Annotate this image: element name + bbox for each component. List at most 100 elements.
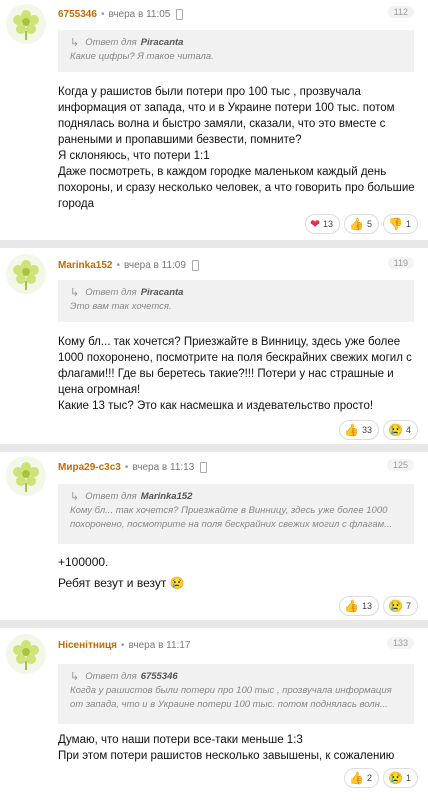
flower-avatar-icon xyxy=(13,462,39,492)
username[interactable]: 6755346 xyxy=(58,9,97,20)
reaction-count: 7 xyxy=(405,601,411,611)
thumbs-down-icon: 👎 xyxy=(388,217,403,231)
avatar[interactable] xyxy=(6,254,46,294)
quote-recipient[interactable]: Piracanta xyxy=(141,286,184,300)
heart-icon: ❤ xyxy=(309,217,321,231)
username[interactable]: Marinka152 xyxy=(58,260,112,271)
comment-paragraph: Ребят везут и везут 😢 xyxy=(58,576,185,590)
reply-arrow-icon: ↳ xyxy=(70,287,80,299)
separator-dot: • xyxy=(124,461,129,473)
comment-number: 133 xyxy=(386,637,414,649)
quote-prefix: Ответ для xyxy=(85,37,137,48)
comment-text: Когда у рашистов были потери про 100 тыс… xyxy=(58,84,420,212)
reactions-bar: 👍 33 😢 4 xyxy=(339,420,418,440)
thumbs-up-icon: 👍 xyxy=(349,771,365,785)
quote-block[interactable]: ↳ Ответ для 6755346 Когда у рашистов были … xyxy=(58,664,414,724)
mobile-device-icon xyxy=(191,259,199,271)
quote-block[interactable]: ↳ Ответ для Marinka152 Кому бл... так хоче… xyxy=(58,484,414,544)
reaction-count: 13 xyxy=(323,219,334,229)
reaction-count: 1 xyxy=(405,219,411,229)
comment-number: 112 xyxy=(387,6,414,18)
quote-prefix: Ответ для xyxy=(85,671,137,682)
reaction-like-button[interactable]: 👍 33 xyxy=(339,420,380,440)
reactions-bar: ❤ 13 👍 5 👎 1 xyxy=(304,214,418,234)
quote-prefix: Ответ для xyxy=(85,491,137,502)
avatar[interactable] xyxy=(6,4,46,44)
reply-arrow-icon: ↳ xyxy=(70,37,80,49)
username[interactable]: Мира29-с3с3 xyxy=(58,462,121,473)
quote-text: Это вам так хочется. xyxy=(70,301,172,312)
reaction-heart-button[interactable]: ❤ 13 xyxy=(304,214,341,234)
timestamp: вчера в 11:13 xyxy=(132,461,195,473)
comment-divider xyxy=(0,240,428,248)
separator-dot: • xyxy=(100,8,105,20)
quote-block[interactable]: ↳ Ответ для Piracanta Какие цифры? Я такое… xyxy=(58,30,414,72)
comment-number: 125 xyxy=(386,459,414,471)
separator-dot: • xyxy=(121,639,125,651)
comment-text: Думаю, что наши потери все-таки меньше 1… xyxy=(58,732,420,764)
comment-paragraph: Когда у рашистов были потери про 100 тыс… xyxy=(58,86,395,146)
reaction-count: 33 xyxy=(362,425,373,435)
mobile-device-icon xyxy=(200,461,208,473)
flower-avatar-icon xyxy=(13,260,39,290)
timestamp: вчера в 11:17 xyxy=(128,639,191,651)
comment-divider xyxy=(0,444,428,452)
quote-block[interactable]: ↳ Ответ для Piracanta Это вам так хочется. xyxy=(58,280,414,322)
username[interactable]: Нісенітниця xyxy=(58,640,117,651)
reaction-like-button[interactable]: 👍 5 xyxy=(344,214,380,234)
reaction-dislike-button[interactable]: 👎 1 xyxy=(383,214,418,234)
quote-recipient[interactable]: Piracanta xyxy=(141,36,184,50)
comment-paragraph: Я склоняюсь, что потери 1:1 xyxy=(58,150,210,162)
comment-paragraph: Думаю, что наши потери все-таки меньше 1… xyxy=(58,734,303,746)
quote-recipient[interactable]: 6755346 xyxy=(141,670,178,684)
comment-header: 6755346 • вчера в 11:05 xyxy=(58,7,184,21)
comment-paragraph: +100000. xyxy=(58,555,109,569)
comment-header: Нісенітниця • вчера в 11:17 xyxy=(58,638,190,652)
reaction-count: 1 xyxy=(405,773,411,783)
quote-recipient[interactable]: Marinka152 xyxy=(141,490,193,504)
comments-feed: 6755346 • вчера в 11:05 112 ↳ Ответ для Pi… xyxy=(0,0,428,800)
comment-paragraph: При этом потери рашистов несколько завыш… xyxy=(58,750,395,762)
comment: 6755346 • вчера в 11:05 112 ↳ Ответ для Pi… xyxy=(0,0,428,240)
sad-face-icon: 😢 xyxy=(388,771,403,785)
timestamp: вчера в 11:09 xyxy=(124,259,186,271)
sad-face-icon: 😢 xyxy=(388,423,403,437)
comment: Мира29-с3с3 • вчера в 11:13 125 ↳ Ответ д… xyxy=(0,452,428,620)
reaction-count: 2 xyxy=(367,773,373,783)
quote-text: Какие цифры? Я такое читала. xyxy=(70,51,214,62)
timestamp: вчера в 11:05 xyxy=(108,8,171,20)
sad-face-icon: 😢 xyxy=(388,599,403,613)
reactions-bar: 👍 13 😢 7 xyxy=(339,596,418,616)
comment-text: Кому бл... так хочется? Приезжайте в Вин… xyxy=(58,334,420,414)
quote-text: Кому бл... так хочется? Приезжайте в Вин… xyxy=(70,505,393,530)
comment-header: Мира29-с3с3 • вчера в 11:13 xyxy=(58,460,208,474)
reaction-like-button[interactable]: 👍 13 xyxy=(339,596,380,616)
comment: Marinka152 • вчера в 11:09 119 ↳ Ответ дл… xyxy=(0,248,428,444)
separator-dot: • xyxy=(116,259,120,271)
reaction-sad-button[interactable]: 😢 4 xyxy=(383,420,418,440)
reaction-count: 4 xyxy=(405,425,411,435)
comment-text: +100000. Ребят везут и везут 😢 xyxy=(58,552,420,594)
thumbs-up-icon: 👍 xyxy=(349,217,365,231)
reaction-count: 13 xyxy=(362,601,373,611)
avatar[interactable] xyxy=(6,634,46,674)
reaction-count: 5 xyxy=(367,219,373,229)
flower-avatar-icon xyxy=(13,640,39,670)
reply-arrow-icon: ↳ xyxy=(70,671,80,683)
reactions-bar: 👍 2 😢 1 xyxy=(344,768,418,788)
quote-prefix: Ответ для xyxy=(85,287,137,298)
comment-paragraph: Даже посмотреть, в каждом городке малень… xyxy=(58,166,415,210)
comment-paragraph: Какие 13 тыс? Это как насмешка и издеват… xyxy=(58,400,374,412)
thumbs-up-icon: 👍 xyxy=(344,599,360,613)
mobile-device-icon xyxy=(176,8,184,20)
reaction-like-button[interactable]: 👍 2 xyxy=(344,768,380,788)
flower-avatar-icon xyxy=(13,10,39,40)
reaction-sad-button[interactable]: 😢 7 xyxy=(383,596,418,616)
avatar[interactable] xyxy=(6,456,46,496)
thumbs-up-icon: 👍 xyxy=(344,423,360,437)
comment-number: 119 xyxy=(387,257,414,269)
comment: Нісенітниця • вчера в 11:17 133 ↳ Ответ д… xyxy=(0,628,428,800)
reply-arrow-icon: ↳ xyxy=(70,491,80,503)
quote-text: Когда у рашистов были потери про 100 тыс… xyxy=(70,685,392,710)
reaction-sad-button[interactable]: 😢 1 xyxy=(383,768,418,788)
